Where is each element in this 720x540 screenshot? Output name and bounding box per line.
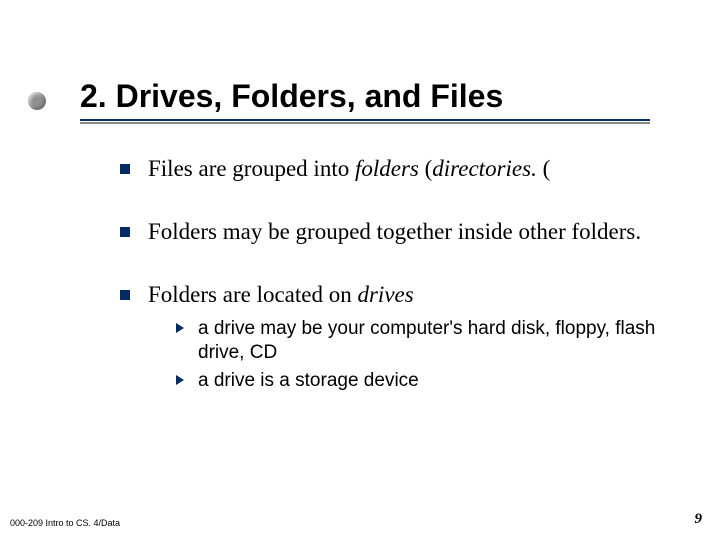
sub-bullet-item: a drive may be your computer's hard disk…: [176, 317, 670, 365]
bullet-text: Folders are located on drives: [148, 282, 414, 307]
sub-bullet-list: a drive may be your computer's hard disk…: [176, 317, 670, 392]
slide-number: 9: [695, 511, 703, 528]
bullet-item: Folders are located on drives a drive ma…: [120, 281, 670, 393]
slide-title: 2. Drives, Folders, and Files: [80, 78, 680, 115]
title-underline: [80, 119, 650, 121]
sub-bullet-text: a drive is a storage device: [198, 370, 419, 391]
bullet-item: Files are grouped into folders (director…: [120, 155, 670, 184]
bullet-list: Files are grouped into folders (director…: [120, 155, 670, 393]
title-bullet-disc: [28, 92, 46, 110]
slide: 2. Drives, Folders, and Files Files are …: [0, 0, 720, 540]
footer-left: 000-209 Intro to CS. 4/Data: [10, 518, 120, 528]
title-block: 2. Drives, Folders, and Files: [80, 78, 680, 121]
bullet-text: Folders may be grouped together inside o…: [148, 219, 641, 244]
sub-bullet-item: a drive is a storage device: [176, 369, 670, 393]
sub-bullet-text: a drive may be your computer's hard disk…: [198, 318, 655, 363]
bullet-text: Files are grouped into folders (director…: [148, 156, 550, 181]
bullet-item: Folders may be grouped together inside o…: [120, 218, 670, 247]
slide-body: Files are grouped into folders (director…: [120, 155, 670, 427]
